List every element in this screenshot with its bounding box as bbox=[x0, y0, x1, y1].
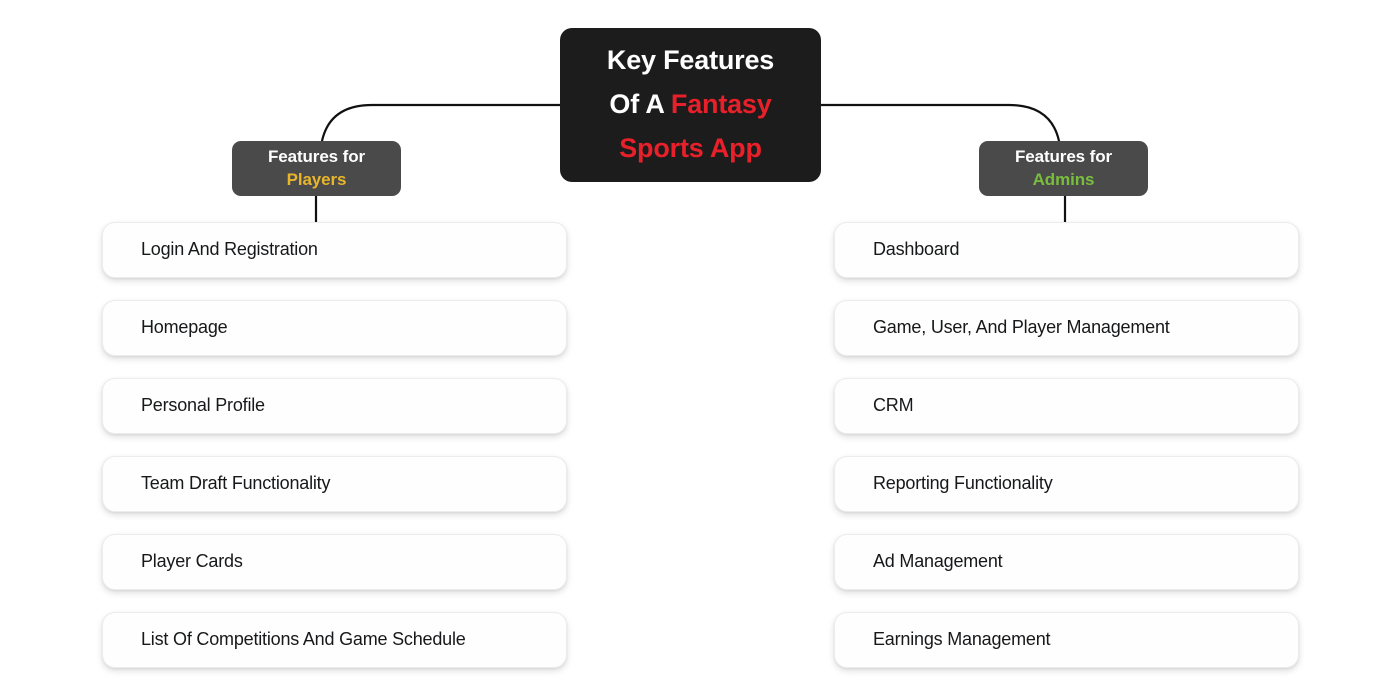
feature-card-label: Homepage bbox=[141, 317, 228, 338]
feature-card: Dashboard bbox=[834, 222, 1299, 278]
branch-header-admins: Features for Admins bbox=[979, 141, 1148, 196]
feature-card: Game, User, And Player Management bbox=[834, 300, 1299, 356]
feature-card-label: Reporting Functionality bbox=[873, 473, 1053, 494]
root-node: Key Features Of A Fantasy Sports App bbox=[560, 28, 821, 182]
branch-header-players: Features for Players bbox=[232, 141, 401, 196]
feature-card: List Of Competitions And Game Schedule bbox=[102, 612, 567, 668]
diagram-canvas: Key Features Of A Fantasy Sports App Fea… bbox=[0, 0, 1400, 700]
connector-root-to-players bbox=[320, 103, 562, 143]
feature-card-label: CRM bbox=[873, 395, 914, 416]
feature-card: Player Cards bbox=[102, 534, 567, 590]
feature-card-label: List Of Competitions And Game Schedule bbox=[141, 629, 466, 650]
feature-card: Homepage bbox=[102, 300, 567, 356]
feature-card-label: Game, User, And Player Management bbox=[873, 317, 1170, 338]
feature-card-label: Team Draft Functionality bbox=[141, 473, 331, 494]
feature-card-label: Earnings Management bbox=[873, 629, 1051, 650]
connector-root-to-admins bbox=[819, 103, 1061, 143]
branch-header-players-line2: Players bbox=[286, 169, 347, 189]
feature-card: Ad Management bbox=[834, 534, 1299, 590]
branch-header-players-line1: Features for bbox=[267, 147, 366, 167]
feature-column-admins: Dashboard Game, User, And Player Managem… bbox=[834, 222, 1299, 668]
root-title-line2-accent: Fantasy bbox=[670, 89, 772, 120]
feature-card: CRM bbox=[834, 378, 1299, 434]
root-node-title: Key Features Of A Fantasy Sports App bbox=[593, 39, 788, 170]
feature-card: Reporting Functionality bbox=[834, 456, 1299, 512]
feature-card-label: Dashboard bbox=[873, 239, 960, 260]
feature-card: Team Draft Functionality bbox=[102, 456, 567, 512]
root-title-line3-accent: Sports App bbox=[619, 132, 762, 163]
feature-card: Earnings Management bbox=[834, 612, 1299, 668]
feature-card: Personal Profile bbox=[102, 378, 567, 434]
feature-card-label: Ad Management bbox=[873, 551, 1003, 572]
feature-card-label: Login And Registration bbox=[141, 239, 318, 260]
root-title-line2-plain: Of A bbox=[609, 89, 671, 120]
branch-header-admins-line1: Features for bbox=[1014, 147, 1113, 167]
feature-column-players: Login And Registration Homepage Personal… bbox=[102, 222, 567, 668]
branch-header-admins-line2: Admins bbox=[1032, 169, 1095, 189]
feature-card-label: Personal Profile bbox=[141, 395, 265, 416]
feature-card: Login And Registration bbox=[102, 222, 567, 278]
feature-card-label: Player Cards bbox=[141, 551, 243, 572]
root-title-line1: Key Features bbox=[606, 45, 775, 76]
